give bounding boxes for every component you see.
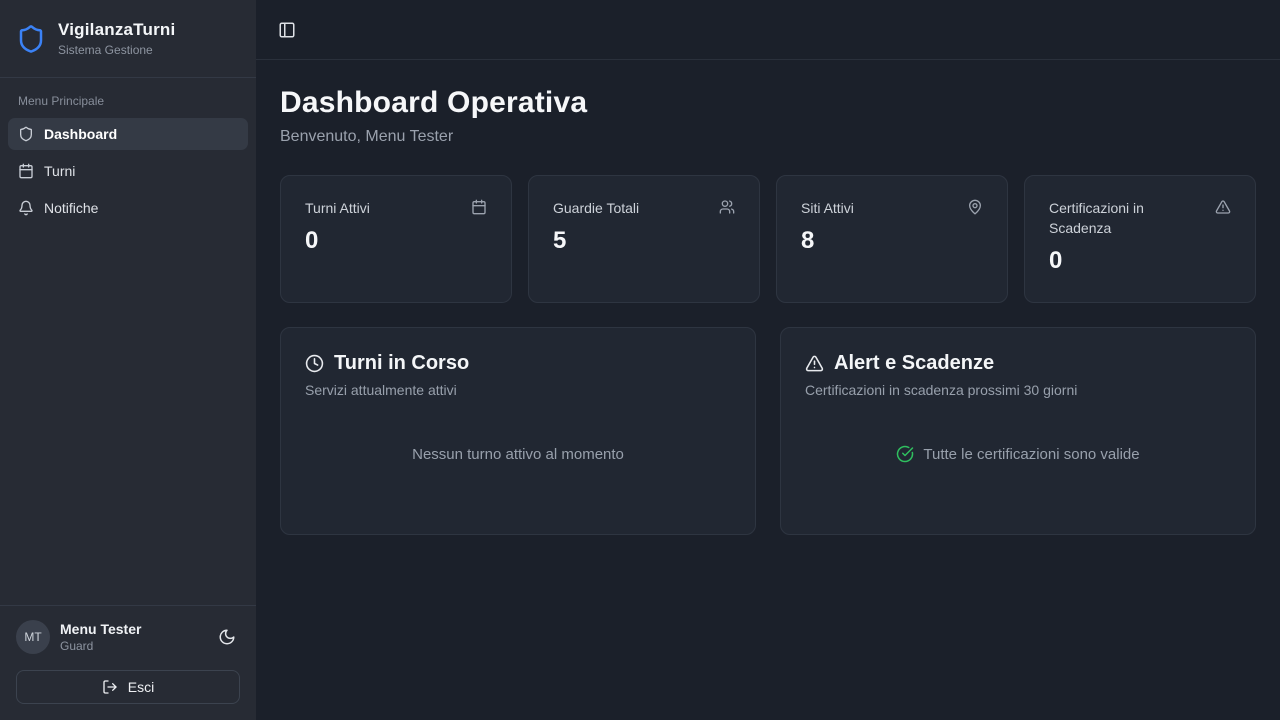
calendar-icon <box>18 163 34 179</box>
page-title: Dashboard Operativa <box>280 86 1256 120</box>
menu-section-label: Menu Principale <box>8 88 248 118</box>
sidebar-toggle-button[interactable] <box>272 15 302 45</box>
stat-card-guardie-totali: Guardie Totali 5 <box>528 175 760 303</box>
app-subtitle: Sistema Gestione <box>58 43 175 57</box>
user-name: Menu Tester <box>60 621 141 637</box>
page-subtitle: Benvenuto, Menu Tester <box>280 128 1256 146</box>
panels-row: Turni in Corso Servizi attualmente attiv… <box>280 327 1256 535</box>
sidebar-item-label: Dashboard <box>44 126 117 142</box>
shield-icon <box>18 126 34 142</box>
calendar-icon <box>471 199 487 215</box>
panel-subtitle: Certificazioni in scadenza prossimi 30 g… <box>805 382 1231 398</box>
stat-value: 5 <box>553 227 735 255</box>
sidebar-item-turni[interactable]: Turni <box>8 155 248 187</box>
panel-turni-in-corso: Turni in Corso Servizi attualmente attiv… <box>280 327 756 535</box>
sidebar-menu: Menu Principale Dashboard Turni Notifich… <box>0 78 256 605</box>
panel-title: Turni in Corso <box>334 352 469 375</box>
sidebar-item-dashboard[interactable]: Dashboard <box>8 118 248 150</box>
sidebar-item-notifiche[interactable]: Notifiche <box>8 192 248 224</box>
shield-icon <box>16 24 46 54</box>
sidebar: VigilanzaTurni Sistema Gestione Menu Pri… <box>0 0 256 720</box>
stat-value: 0 <box>1049 247 1231 275</box>
logout-button[interactable]: Esci <box>16 670 240 704</box>
stats-grid: Turni Attivi 0 Guardie Totali 5 <box>280 175 1256 303</box>
map-pin-icon <box>967 199 983 215</box>
alert-triangle-icon <box>1215 199 1231 215</box>
empty-state-text: Nessun turno attivo al momento <box>412 446 624 463</box>
stat-value: 0 <box>305 227 487 255</box>
theme-toggle-button[interactable] <box>214 624 240 650</box>
moon-icon <box>218 628 236 646</box>
sidebar-item-label: Notifiche <box>44 200 98 216</box>
user-row: MT Menu Tester Guard <box>16 620 240 654</box>
panel-subtitle: Servizi attualmente attivi <box>305 382 731 398</box>
stat-card-certificazioni: Certificazioni in Scadenza 0 <box>1024 175 1256 303</box>
stat-label: Guardie Totali <box>553 198 639 218</box>
main-area: Dashboard Operativa Benvenuto, Menu Test… <box>256 0 1280 720</box>
sidebar-item-label: Turni <box>44 163 75 179</box>
user-role: Guard <box>60 639 141 653</box>
stat-label: Turni Attivi <box>305 198 370 218</box>
stat-card-turni-attivi: Turni Attivi 0 <box>280 175 512 303</box>
stat-value: 8 <box>801 227 983 255</box>
log-out-icon <box>102 679 118 695</box>
alert-triangle-icon <box>805 354 824 373</box>
check-circle-icon <box>896 445 914 463</box>
app-header: VigilanzaTurni Sistema Gestione <box>0 0 256 78</box>
stat-label: Certificazioni in Scadenza <box>1049 198 1207 238</box>
clock-icon <box>305 354 324 373</box>
logout-label: Esci <box>128 679 154 695</box>
panel-left-icon <box>278 21 296 39</box>
users-icon <box>719 199 735 215</box>
stat-card-siti-attivi: Siti Attivi 8 <box>776 175 1008 303</box>
empty-state-text: Tutte le certificazioni sono valide <box>923 446 1139 463</box>
panel-title: Alert e Scadenze <box>834 352 994 375</box>
stat-label: Siti Attivi <box>801 198 854 218</box>
sidebar-footer: MT Menu Tester Guard Esci <box>0 605 256 720</box>
bell-icon <box>18 200 34 216</box>
panel-alert-scadenze: Alert e Scadenze Certificazioni in scade… <box>780 327 1256 535</box>
app-title: VigilanzaTurni <box>58 20 175 40</box>
dashboard-content: Dashboard Operativa Benvenuto, Menu Test… <box>256 60 1280 561</box>
topbar <box>256 0 1280 60</box>
avatar: MT <box>16 620 50 654</box>
